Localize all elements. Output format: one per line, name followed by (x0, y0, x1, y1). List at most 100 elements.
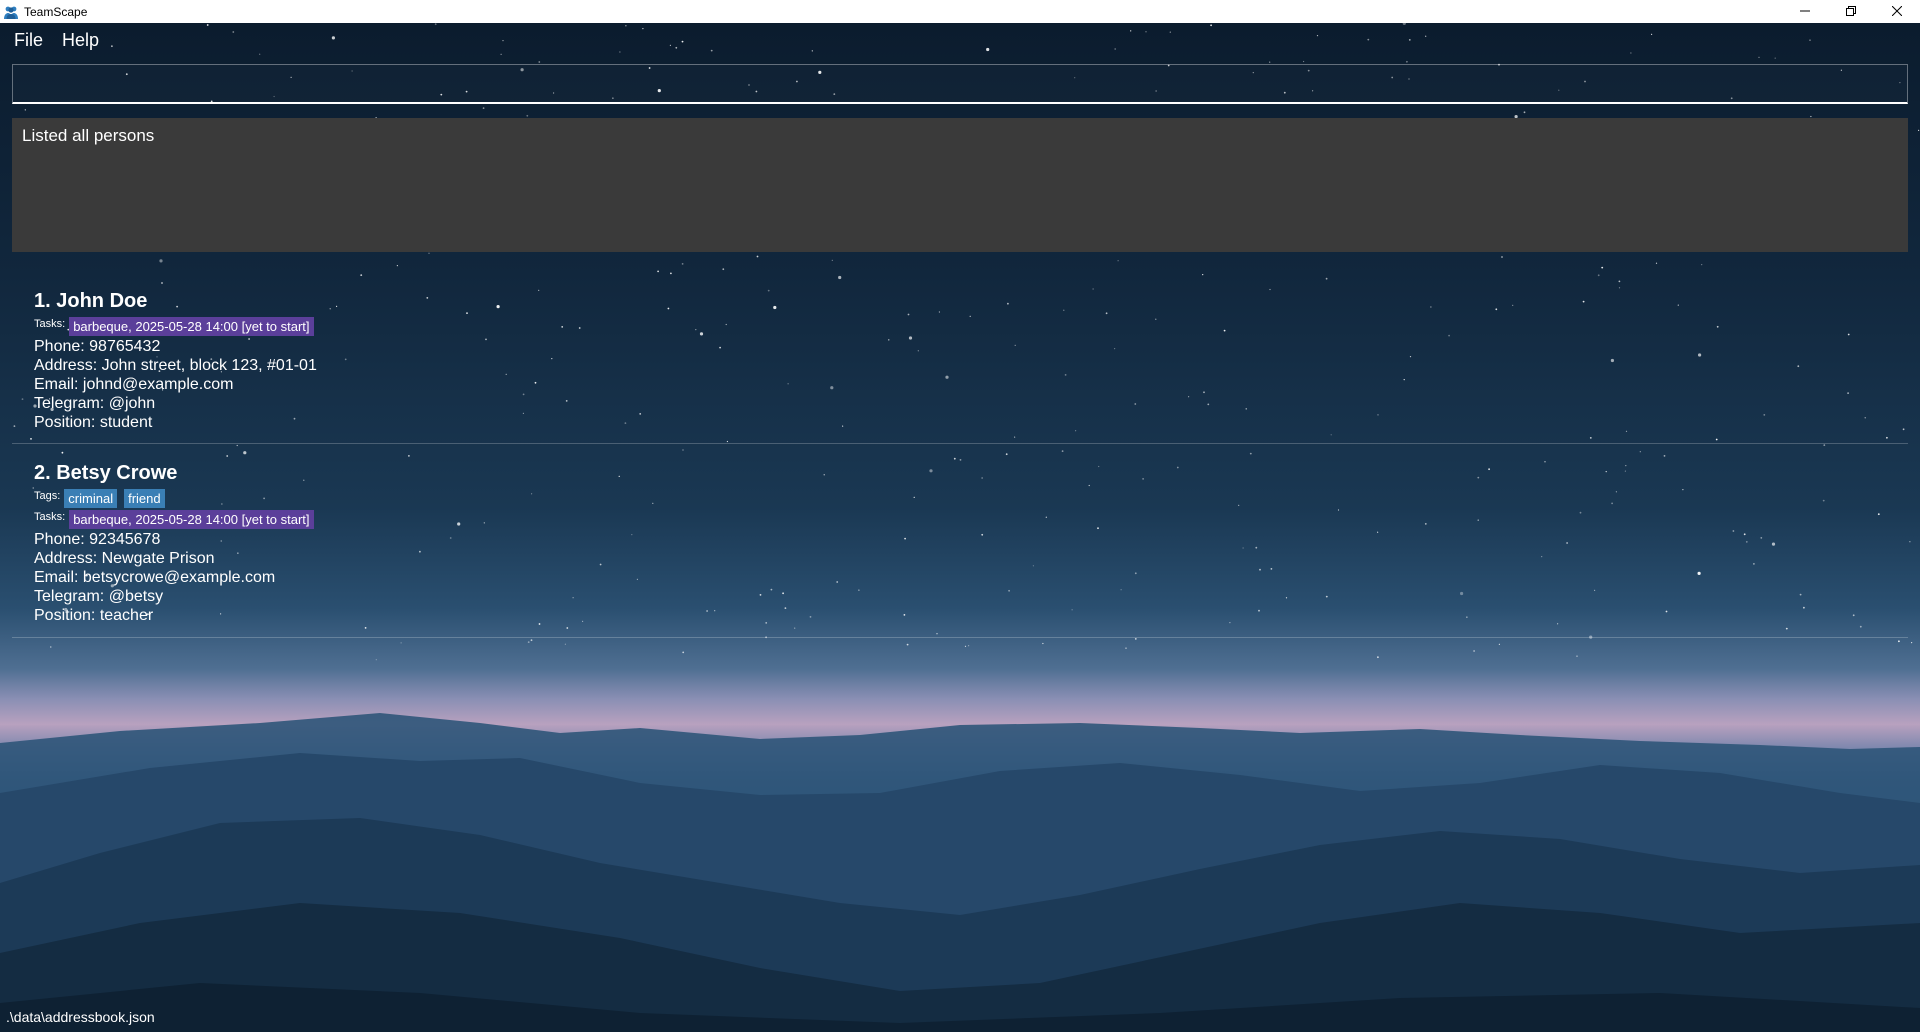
star (527, 641, 530, 643)
star (1145, 31, 1147, 33)
star (538, 61, 541, 63)
star (232, 31, 235, 33)
star (1367, 38, 1370, 41)
star (1169, 31, 1171, 33)
star (530, 639, 533, 642)
person-email: Email: johnd@example.com (34, 376, 234, 393)
person-position: Position: teacher (34, 607, 154, 624)
star (669, 44, 672, 46)
window-titlebar: TeamScape (0, 0, 1920, 23)
tags-label: Tags: (34, 489, 61, 502)
person-list[interactable]: 1. John Doe Tasks: barbeque, 2025-05-28 … (12, 278, 1908, 638)
star (434, 23, 437, 26)
star (1655, 262, 1658, 264)
maximize-button[interactable] (1828, 0, 1874, 23)
star (428, 252, 430, 254)
star (1042, 642, 1044, 645)
minimize-button[interactable] (1782, 0, 1828, 23)
star (1701, 264, 1703, 266)
star (681, 40, 684, 43)
tags-row: Tags: criminal friend (34, 488, 1908, 509)
tag-chip: friend (124, 489, 165, 508)
star (1911, 642, 1913, 644)
star (906, 643, 909, 646)
person-address: Address: Newgate Prison (34, 550, 215, 567)
star (502, 40, 504, 42)
person-position: Position: student (34, 414, 153, 431)
star (1303, 60, 1305, 63)
star (1134, 638, 1137, 640)
star (642, 28, 644, 30)
star (1630, 52, 1632, 54)
star (1809, 39, 1811, 41)
tasks-label: Tasks: (34, 510, 66, 523)
star (1918, 129, 1920, 131)
person-email: Email: betsycrowe@example.com (34, 569, 276, 586)
star (670, 272, 672, 275)
star (986, 47, 990, 52)
star (1114, 48, 1117, 50)
menu-file[interactable]: File (14, 30, 43, 51)
star (1501, 256, 1503, 258)
menu-help[interactable]: Help (62, 30, 99, 51)
star (1576, 655, 1578, 657)
restore-icon (1846, 3, 1856, 21)
person-telegram: Telegram: @betsy (34, 588, 164, 605)
star (964, 645, 967, 647)
star (259, 53, 261, 55)
star (360, 274, 363, 276)
star (1117, 260, 1119, 262)
person-name: 1. John Doe (34, 290, 148, 312)
tasks-row: Tasks: barbeque, 2025-05-28 14:00 [yet t… (34, 316, 1908, 337)
star (400, 642, 402, 644)
star (681, 263, 684, 265)
star (206, 24, 209, 26)
star (331, 36, 335, 40)
window-title: TeamScape (24, 4, 88, 19)
minimize-icon (1800, 3, 1810, 21)
star (1498, 643, 1500, 645)
star (619, 51, 621, 53)
star (1473, 650, 1475, 652)
task-chip: barbeque, 2025-05-28 14:00 [yet to start… (69, 317, 314, 336)
task-chip: barbeque, 2025-05-28 14:00 [yet to start… (69, 510, 314, 529)
star (1758, 56, 1760, 58)
star (564, 643, 567, 645)
star (1210, 24, 1212, 27)
person-card[interactable]: 1. John Doe Tasks: barbeque, 2025-05-28 … (12, 278, 1908, 444)
star (1523, 111, 1526, 114)
star (1269, 61, 1271, 63)
command-box (12, 64, 1908, 104)
star (1202, 274, 1204, 276)
person-phone: Phone: 92345678 (34, 531, 161, 548)
star (1774, 57, 1776, 59)
star (1898, 640, 1900, 643)
result-message: Listed all persons (22, 126, 155, 145)
star (1601, 266, 1604, 269)
tasks-label: Tasks: (34, 317, 66, 330)
person-telegram: Telegram: @john (34, 395, 156, 412)
star (1909, 541, 1911, 543)
person-card[interactable]: 2. Betsy Crowe Tags: criminal friend Tas… (12, 444, 1908, 638)
status-file-path: .\data\addressbook.json (6, 1009, 155, 1025)
star (159, 259, 163, 263)
star (675, 46, 678, 49)
star (1597, 274, 1600, 277)
tasks-row: Tasks: barbeque, 2025-05-28 14:00 [yet t… (34, 509, 1908, 530)
star (500, 53, 502, 55)
star (756, 255, 759, 258)
star (1651, 33, 1653, 35)
person-name: 2. Betsy Crowe (34, 462, 178, 484)
command-input[interactable] (13, 65, 1907, 102)
star (1425, 35, 1427, 37)
star (811, 50, 813, 52)
star (1130, 30, 1132, 32)
close-button[interactable] (1874, 0, 1920, 23)
tag-chip: criminal (64, 489, 118, 508)
close-icon (1891, 3, 1903, 21)
result-display: Listed all persons (12, 118, 1908, 252)
star (710, 49, 713, 52)
star (1408, 39, 1411, 41)
star (831, 259, 833, 261)
star (24, 109, 26, 111)
